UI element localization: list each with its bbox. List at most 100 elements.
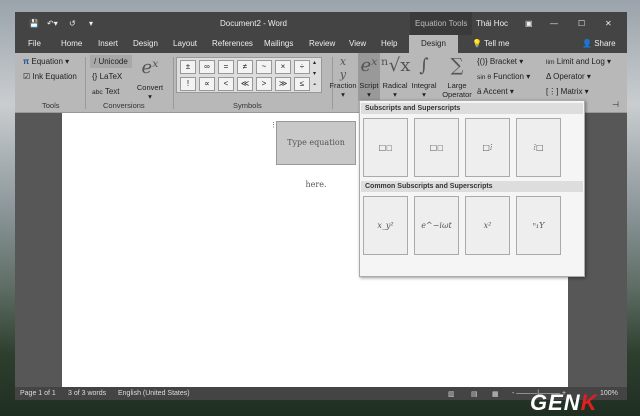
ink-equation-label: Ink Equation xyxy=(32,72,77,81)
ribbon-tabs: File Home Insert Design Layout Reference… xyxy=(15,35,627,53)
symbol-button[interactable]: ≫ xyxy=(275,77,291,91)
symbol-button[interactable]: ! xyxy=(180,77,196,91)
large-operator-icon: ∑ xyxy=(450,55,464,76)
common-script[interactable]: e^−iωt xyxy=(414,196,459,255)
symbol-button[interactable]: ~ xyxy=(256,60,272,74)
tab-design[interactable]: Design xyxy=(133,39,158,48)
ink-equation-button[interactable]: ☑ Ink Equation xyxy=(23,72,77,81)
common-script[interactable]: x_y² xyxy=(363,196,408,255)
genk-watermark: GENK xyxy=(530,390,598,415)
tab-layout[interactable]: Layout xyxy=(173,39,197,48)
radical-icon: ⁿ√x xyxy=(381,55,411,76)
symbol-button[interactable]: ∝ xyxy=(199,77,215,91)
symbols-group-label: Symbols xyxy=(233,101,262,110)
share-button[interactable]: 👤 Share xyxy=(582,39,616,48)
unicode-label: Unicode xyxy=(98,57,128,66)
symbol-button[interactable]: ≠ xyxy=(237,60,253,74)
tab-mailings[interactable]: Mailings xyxy=(264,39,293,48)
symbol-button[interactable]: < xyxy=(218,77,234,91)
customize-qat-icon[interactable]: ▾ xyxy=(89,19,93,28)
matrix-label: Matrix xyxy=(560,87,583,96)
pin-ribbon-icon[interactable]: ⊣ xyxy=(612,100,619,109)
tab-insert[interactable]: Insert xyxy=(98,39,118,48)
redo-icon[interactable]: ↺ xyxy=(69,19,76,28)
gallery-heading: Common Subscripts and Superscripts xyxy=(361,181,583,192)
function-label: Function xyxy=(493,72,524,81)
symbol-button[interactable]: × xyxy=(275,60,291,74)
symbol-button[interactable]: ≪ xyxy=(237,77,253,91)
operator-label: Operator xyxy=(553,72,585,81)
tab-help[interactable]: Help xyxy=(381,39,397,48)
print-layout-icon[interactable]: ▤ xyxy=(471,390,478,398)
close-icon[interactable]: ✕ xyxy=(605,19,612,28)
language[interactable]: English (United States) xyxy=(118,390,190,397)
tab-file[interactable]: File xyxy=(28,39,41,48)
web-layout-icon[interactable]: ▦ xyxy=(492,390,499,398)
gallery-heading: Subscripts and Superscripts xyxy=(361,103,583,114)
tab-references[interactable]: References xyxy=(212,39,253,48)
equation-input[interactable]: Type equation here. xyxy=(276,121,356,189)
bracket-label: Bracket xyxy=(489,57,518,66)
integral-label: Integral xyxy=(411,81,437,90)
read-mode-icon[interactable]: ▥ xyxy=(448,390,455,398)
script-gallery-dropdown: Subscripts and Superscripts □ □ □ □ □⁞ ⁞□ … xyxy=(359,100,585,277)
symbol-button[interactable]: ± xyxy=(180,60,196,74)
integral-icon: ∫ xyxy=(419,55,429,76)
word-count[interactable]: 3 of 3 words xyxy=(68,390,106,397)
divider xyxy=(85,57,86,109)
convert-label: Convert xyxy=(136,83,164,92)
bracket-button[interactable]: {()} Bracket ▾ xyxy=(477,57,523,66)
maximize-icon[interactable]: ☐ xyxy=(578,19,585,28)
word-window: 💾 ↶▾ ↺ ▾ Document2 - Word Equation Tools… xyxy=(15,12,627,400)
tab-review[interactable]: Review xyxy=(309,39,335,48)
text-button[interactable]: abc Text xyxy=(92,87,119,96)
tab-home[interactable]: Home xyxy=(61,39,82,48)
common-script[interactable]: x² xyxy=(465,196,510,255)
script-icon: eˣ xyxy=(360,55,378,76)
accent-label: Accent xyxy=(483,87,508,96)
integral-button[interactable]: ∫ Integral ▾ xyxy=(409,55,439,99)
page-count[interactable]: Page 1 of 1 xyxy=(20,390,56,397)
superscript-template[interactable]: □ □ xyxy=(363,118,408,177)
convert-button[interactable]: eˣ Convert ▾ xyxy=(134,57,166,101)
user-name[interactable]: Thái Hoc xyxy=(476,19,508,28)
tell-me[interactable]: 💡 Tell me xyxy=(472,39,509,48)
undo-icon[interactable]: ↶▾ xyxy=(47,19,58,28)
latex-label: LaTeX xyxy=(99,72,123,81)
unicode-button[interactable]: / Unicode xyxy=(90,55,132,68)
operator-button[interactable]: Δ Operator ▾ xyxy=(546,72,591,81)
matrix-button[interactable]: [⋮] Matrix ▾ xyxy=(546,87,589,96)
divider xyxy=(173,57,174,109)
title-bar: 💾 ↶▾ ↺ ▾ Document2 - Word Equation Tools… xyxy=(15,12,627,35)
sub-superscript-template[interactable]: □⁞ xyxy=(465,118,510,177)
subscript-template[interactable]: □ □ xyxy=(414,118,459,177)
save-icon[interactable]: 💾 xyxy=(29,19,39,28)
fraction-button[interactable]: x y Fraction ▾ xyxy=(326,55,360,99)
common-script[interactable]: ⁿ₁Y xyxy=(516,196,561,255)
accent-button[interactable]: ä Accent ▾ xyxy=(477,87,514,96)
tools-group-label: Tools xyxy=(42,101,60,110)
symbol-button[interactable]: ÷ xyxy=(294,60,310,74)
symbol-button[interactable]: ≤ xyxy=(294,77,310,91)
zoom-level[interactable]: 100% xyxy=(600,390,618,397)
left-sub-superscript-template[interactable]: ⁞□ xyxy=(516,118,561,177)
limit-log-label: Limit and Log xyxy=(556,57,605,66)
symbol-button[interactable]: > xyxy=(256,77,272,91)
large-operator-label: Large Operator xyxy=(442,81,472,99)
symbol-button[interactable]: ∞ xyxy=(199,60,215,74)
tab-view[interactable]: View xyxy=(349,39,366,48)
ribbon-display-icon[interactable]: ▣ xyxy=(525,19,533,28)
radical-button[interactable]: ⁿ√x Radical ▾ xyxy=(381,55,411,99)
minimize-icon[interactable]: — xyxy=(550,19,558,28)
symbol-button[interactable]: = xyxy=(218,60,234,74)
script-button[interactable]: eˣ Script ▾ xyxy=(358,53,380,101)
tab-equation-design[interactable]: Design xyxy=(409,35,458,53)
symbols-gallery: ± ∞ = ≠ ~ × ÷ ! ∝ < ≪ > ≫ ≤ ▴ ▾ ⩡ xyxy=(176,57,322,93)
latex-button[interactable]: {} LaTeX xyxy=(92,72,122,81)
equation-button[interactable]: π Equation ▾ xyxy=(23,57,69,66)
limit-log-button[interactable]: lim Limit and Log ▾ xyxy=(546,57,611,66)
symbols-scroll[interactable]: ▴ ▾ ⩡ xyxy=(313,58,316,91)
fraction-label: Fraction xyxy=(329,81,357,90)
fraction-icon: xy xyxy=(339,55,347,81)
function-button[interactable]: sin θ Function ▾ xyxy=(477,72,530,81)
